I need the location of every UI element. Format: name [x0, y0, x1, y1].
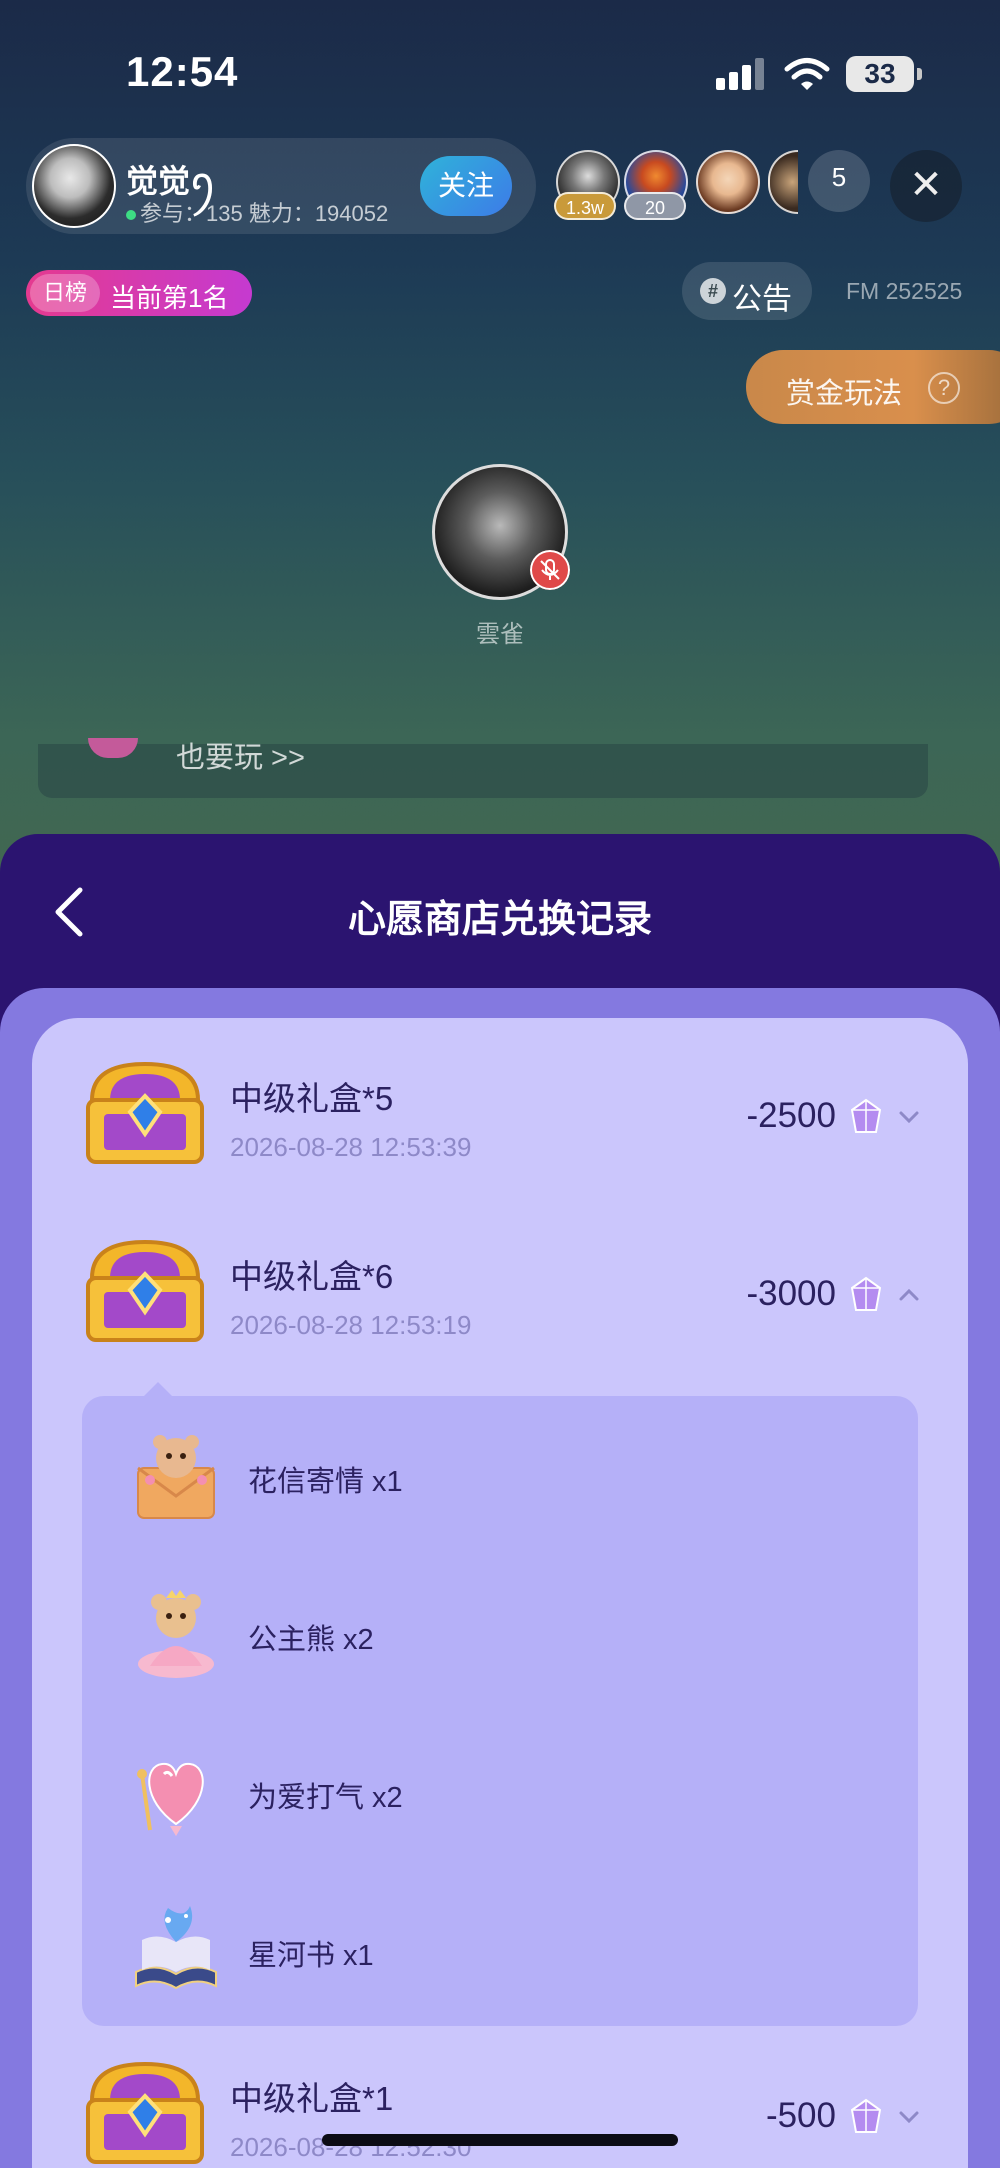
host-avatar[interactable] [32, 144, 116, 228]
close-room-button[interactable]: ✕ [890, 150, 962, 222]
envelope-bear-gift-icon [137, 1435, 215, 1519]
princess-bear-gift-icon [138, 1590, 214, 1678]
cellular-signal-icon [716, 58, 764, 90]
record-title: 中级礼盒*1 [230, 2080, 394, 2117]
record-amount: -3000 [746, 1274, 836, 1313]
galaxy-book-gift-icon [135, 1906, 217, 1990]
chevron-down-icon[interactable] [898, 1110, 920, 1124]
gift-label: 为爱打气 x2 [248, 1782, 403, 1814]
status-time: 12:54 [126, 48, 239, 95]
gift-label: 公主熊 x2 [248, 1624, 374, 1656]
heart-balloon-gift-icon [137, 1762, 204, 1836]
bounty-game-label: 赏金玩法 [786, 378, 903, 410]
chevron-up-icon[interactable] [898, 1288, 920, 1302]
wish-gem-icon [850, 1098, 882, 1133]
wish-gem-icon [850, 2098, 882, 2133]
record-amount: -500 [765, 2096, 836, 2135]
sheet-title: 心愿商店兑换记录 [347, 899, 652, 941]
activity-banner[interactable] [38, 744, 928, 798]
viewer-count-button[interactable]: 5 [808, 150, 870, 212]
help-icon[interactable]: ? [928, 372, 960, 404]
host-stats-text: 参与：135 魅力：194052 [140, 201, 389, 226]
record-time: 2026-08-28 12:53:19 [230, 1310, 472, 1340]
home-indicator [322, 2134, 678, 2146]
record-amount: -2500 [746, 1096, 836, 1135]
mic-muted-icon [530, 550, 570, 590]
wifi-icon [784, 58, 830, 90]
wish-gem-icon [850, 1276, 882, 1311]
record-time: 2026-08-28 12:53:39 [230, 1132, 472, 1162]
gift-label: 花信寄情 x1 [248, 1466, 403, 1498]
daily-rank-text: 当前第1名 [110, 283, 229, 313]
mic-seat-name: 雲雀 [476, 621, 524, 648]
follow-button[interactable]: 关注 [420, 156, 512, 216]
notice-label: 公告 [732, 283, 792, 316]
close-icon: ✕ [909, 163, 943, 207]
treasure-chest-icon [86, 1239, 204, 1342]
viewer-avatar-3[interactable] [696, 150, 760, 214]
treasure-chest-icon [86, 1061, 204, 1164]
chevron-down-icon[interactable] [898, 2110, 920, 2124]
gift-label: 星河书 x1 [248, 1940, 374, 1972]
viewer-badge-1: 1.3w [554, 192, 616, 220]
viewer-avatar-4[interactable] [768, 150, 798, 214]
banner-text: 也要玩 >> [176, 742, 305, 774]
treasure-chest-icon [86, 2061, 204, 2164]
record-title: 中级礼盒*6 [230, 1258, 394, 1295]
online-dot-icon [126, 210, 136, 221]
viewer-count-value: 5 [831, 162, 847, 192]
host-stats: 参与：135 魅力：194052 [126, 196, 388, 228]
battery-indicator: 33 [846, 56, 922, 92]
hashtag-icon: # [700, 278, 726, 304]
detail-pointer [144, 1382, 172, 1396]
record-title: 中级礼盒*5 [230, 1080, 394, 1117]
room-fm-id: FM 252525 [846, 278, 963, 304]
viewer-badge-2: 20 [624, 192, 686, 220]
daily-rank-tag: 日榜 [30, 274, 100, 312]
